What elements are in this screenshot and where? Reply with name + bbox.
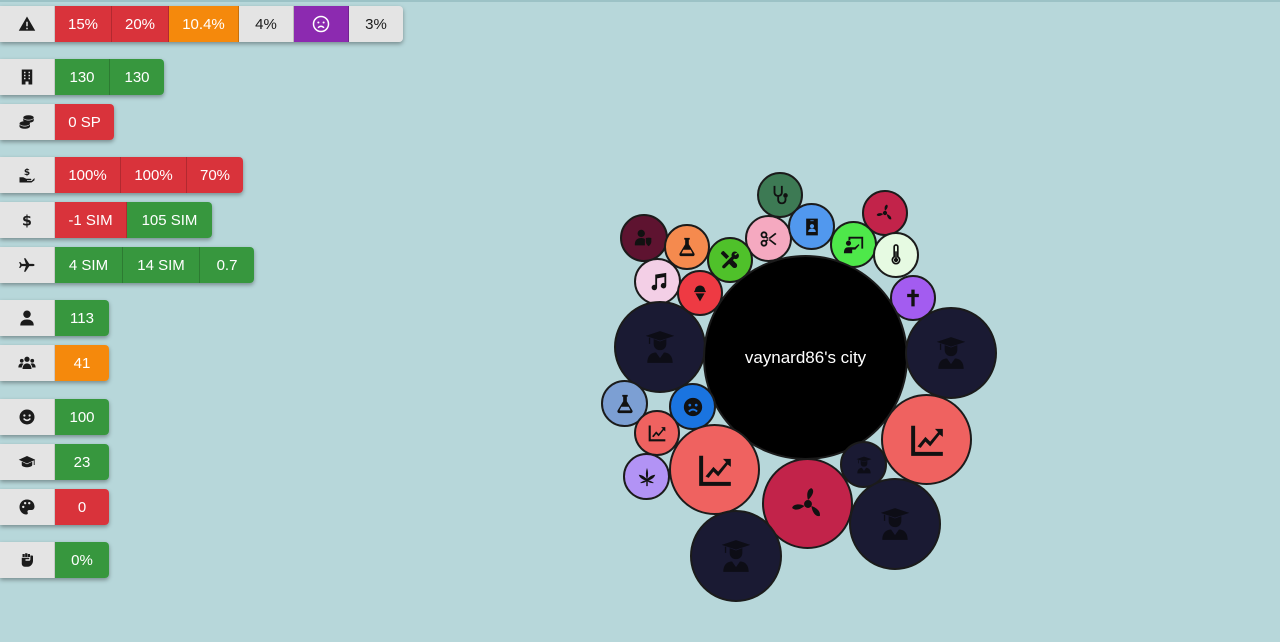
- tourism-value: 4 SIM: [55, 247, 123, 283]
- money-bar[interactable]: $ -1 SIM 105 SIM: [0, 202, 212, 238]
- alert-value: 15%: [55, 6, 112, 42]
- university-bubble[interactable]: [905, 307, 997, 399]
- tourism-value: 14 SIM: [123, 247, 200, 283]
- subsidy-value: 100%: [121, 157, 187, 193]
- graduation-cap-icon: [721, 540, 751, 572]
- fan-icon: [876, 204, 892, 220]
- buildings-bar[interactable]: 130 130: [0, 59, 164, 95]
- building-icon: [0, 59, 55, 95]
- education-value: 23: [55, 444, 109, 480]
- alert-value: 3%: [349, 6, 403, 42]
- tools-icon: [720, 250, 739, 269]
- subsidy-value: 70%: [187, 157, 243, 193]
- hand-money-icon: $: [0, 157, 55, 193]
- cross-icon: [907, 289, 919, 307]
- university-bubble[interactable]: [690, 510, 782, 602]
- tourism-bar[interactable]: 4 SIM 14 SIM 0.7: [0, 247, 254, 283]
- subsidy-value: 100%: [55, 157, 121, 193]
- smile-icon: [0, 399, 55, 435]
- farm-bubble[interactable]: [623, 453, 670, 500]
- airplane-icon: [0, 247, 55, 283]
- protest-bar[interactable]: 0%: [0, 542, 109, 578]
- savings-value: 0 SP: [55, 104, 114, 140]
- graduation-cap-icon: [856, 456, 871, 473]
- university-bubble[interactable]: [849, 478, 941, 570]
- subsidies-bar[interactable]: $ 100% 100% 70%: [0, 157, 243, 193]
- ice-cream-icon: [694, 285, 706, 302]
- money-value: -1 SIM: [55, 202, 127, 238]
- flask-icon: [679, 237, 695, 257]
- flask-icon: [616, 394, 633, 413]
- graduation-cap-icon: [0, 444, 55, 480]
- teacher-icon: [843, 236, 863, 253]
- buildings-value: 130: [55, 59, 110, 95]
- graduation-cap-icon: [880, 508, 910, 540]
- protest-value: 0%: [55, 542, 109, 578]
- sad-face-icon: [294, 6, 349, 42]
- scissors-icon: [760, 230, 776, 247]
- university-bubble[interactable]: [614, 301, 706, 393]
- fan-icon: [791, 487, 820, 516]
- cannabis-icon: [638, 467, 655, 486]
- theater-bubble[interactable]: [620, 214, 668, 262]
- alerts-bar[interactable]: 15% 20% 10.4% 4% 3%: [0, 6, 403, 42]
- climate-bubble[interactable]: [873, 232, 919, 278]
- culture-value: 0: [55, 489, 109, 525]
- money-value: 105 SIM: [127, 202, 212, 238]
- graduation-cap-icon: [936, 337, 966, 369]
- happiness-value: 100: [55, 399, 109, 435]
- education-bar[interactable]: 23: [0, 444, 109, 480]
- sad-face-icon: [683, 397, 702, 416]
- top-border: [0, 0, 1280, 2]
- stethoscope-icon: [773, 185, 788, 205]
- tourism-value: 0.7: [200, 247, 254, 283]
- population-bar[interactable]: 113: [0, 300, 109, 336]
- market-bubble[interactable]: [881, 394, 972, 485]
- alert-value: 20%: [112, 6, 169, 42]
- fist-icon: [0, 542, 55, 578]
- culture-bar[interactable]: 0: [0, 489, 109, 525]
- music-icon: [651, 272, 666, 290]
- groups-value: 41: [55, 345, 109, 381]
- dollar-icon: $: [0, 202, 55, 238]
- city-name: vaynard86's city: [744, 347, 867, 367]
- groups-bar[interactable]: 41: [0, 345, 109, 381]
- happiness-bar[interactable]: 100: [0, 399, 109, 435]
- population-value: 113: [55, 300, 109, 336]
- market-bubble[interactable]: [669, 424, 760, 515]
- savings-bar[interactable]: 0 SP: [0, 104, 114, 140]
- theater-masks-icon: [634, 229, 652, 247]
- chart-line-icon: [910, 425, 943, 456]
- office-bubble[interactable]: [788, 203, 835, 250]
- buildings-value: 130: [110, 59, 164, 95]
- chart-line-icon: [648, 425, 666, 442]
- music-bubble[interactable]: [634, 258, 681, 305]
- person-icon: [0, 300, 55, 336]
- palette-icon: [0, 489, 55, 525]
- svg-text:$: $: [22, 213, 32, 229]
- alert-value: 10.4%: [169, 6, 239, 42]
- group-icon: [0, 345, 55, 381]
- chart-line-icon: [698, 455, 731, 486]
- coins-icon: [0, 104, 55, 140]
- id-card-icon: [805, 218, 818, 235]
- alert-value: 4%: [239, 6, 294, 42]
- svg-text:$: $: [24, 168, 30, 178]
- warning-icon: [0, 6, 55, 42]
- thermometer-icon: [891, 244, 901, 265]
- graduation-cap-icon: [645, 331, 675, 363]
